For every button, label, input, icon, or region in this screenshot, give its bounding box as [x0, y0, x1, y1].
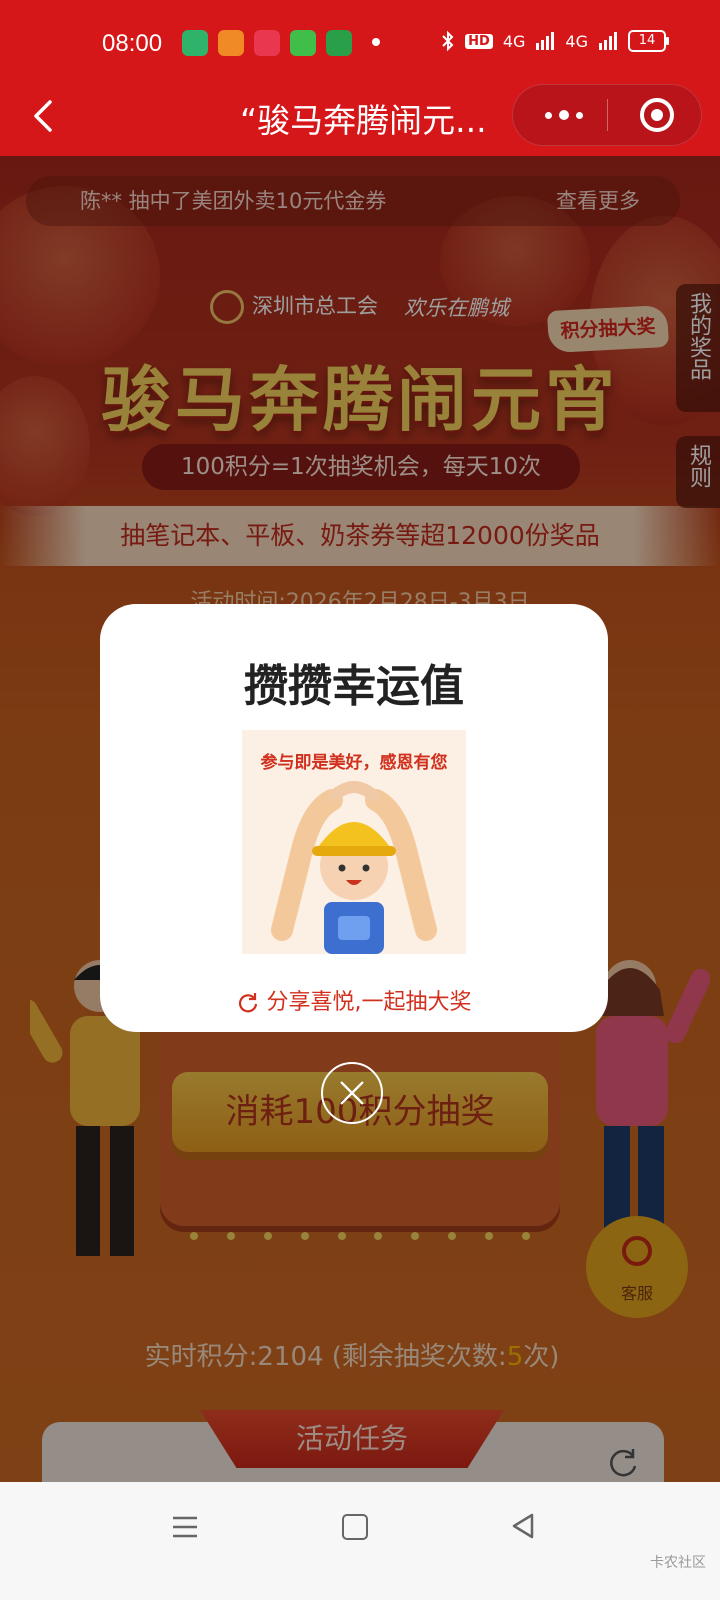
- share-refresh-icon: [238, 993, 257, 1013]
- hd-voice-icon: HD: [465, 33, 493, 49]
- battery-icon: 14: [628, 30, 669, 52]
- app-notification-icon: [182, 30, 208, 56]
- back-icon[interactable]: [26, 96, 66, 136]
- close-miniprogram-icon[interactable]: [638, 96, 676, 134]
- close-dialog-icon[interactable]: [321, 1062, 383, 1124]
- share-text: 分享喜悦,一起抽大奖: [266, 990, 472, 1015]
- miniprogram-capsule: [512, 84, 702, 146]
- more-options-icon[interactable]: [534, 101, 594, 129]
- app-notification-icon: [290, 30, 316, 56]
- app-notification-icon: [326, 30, 352, 56]
- app-notification-icon: [218, 30, 244, 56]
- home-icon[interactable]: [342, 1514, 368, 1540]
- watermark: 卡农社区: [650, 1555, 706, 1571]
- status-bar: 08:00 HD 4G 4G 14: [0, 0, 720, 88]
- signal-4g-label-2: 4G: [565, 31, 588, 51]
- luck-dialog: 攒攒幸运值 参与即是美好，感恩有您 分享喜悦,一起抽大奖: [100, 604, 608, 1032]
- dialog-title: 攒攒幸运值: [244, 661, 464, 712]
- system-back-icon[interactable]: [510, 1512, 536, 1540]
- status-indicators: HD 4G 4G 14: [441, 30, 669, 52]
- app-notification-icon: [254, 30, 280, 56]
- signal-icon-2: [599, 32, 617, 50]
- signal-4g-label: 4G: [502, 31, 526, 51]
- share-link[interactable]: 分享喜悦,一起抽大奖: [100, 984, 608, 1016]
- status-time: 08:00: [102, 30, 163, 57]
- bluetooth-icon: [442, 30, 454, 52]
- navigation-bar: “骏马奔腾闹元...: [0, 80, 720, 156]
- worker-illustration: 参与即是美好，感恩有您: [242, 730, 466, 954]
- notification-icons: [182, 30, 352, 56]
- signal-icon: [536, 32, 555, 50]
- notification-dot-icon: [372, 38, 380, 46]
- system-navigation-bar: [0, 1482, 720, 1600]
- recent-apps-icon[interactable]: [172, 1516, 198, 1538]
- illustration-caption: 参与即是美好，感恩有您: [260, 753, 448, 773]
- page-title: “骏马奔腾闹元...: [240, 101, 487, 140]
